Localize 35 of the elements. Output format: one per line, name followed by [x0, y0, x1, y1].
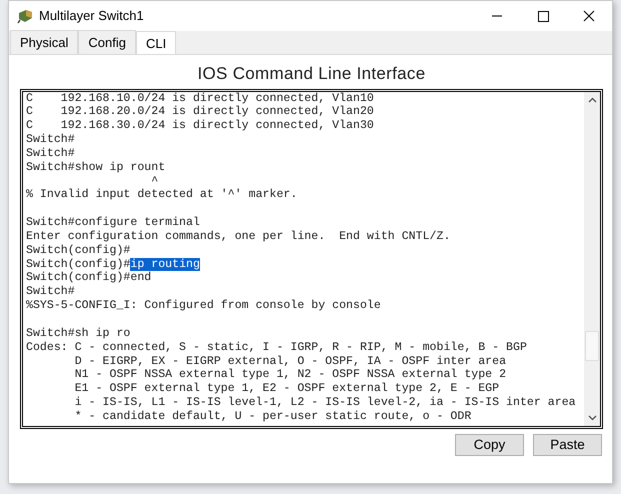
tab[interactable]: Config	[78, 30, 136, 54]
tab[interactable]: Physical	[10, 30, 78, 54]
terminal-line: i - IS-IS, L1 - IS-IS level-1, L2 - IS-IS level-2, ia - IS-IS inter area	[74, 396, 577, 410]
terminal-line: Switch#configure terminal	[26, 216, 201, 230]
terminal-line: * - candidate default, U - per-user static route, o - ODR	[74, 410, 472, 424]
terminal-line: Switch(config)#ip routing	[26, 258, 201, 272]
terminal-line: Enter configuration commands, one per line. End with CNTL/Z.	[26, 230, 452, 244]
terminal-line: Switch(config)#end	[26, 271, 152, 286]
terminal-line: C 192.168.30.0/24 is directly connected, Vlan30	[26, 119, 375, 134]
action-button[interactable]: Paste	[533, 434, 602, 456]
terminal-line: Switch#	[26, 285, 76, 300]
terminal-line: N1 - OSPF NSSA external type 1, N2 - OSPF NSSA external type 2	[74, 368, 508, 382]
terminal-line: Codes: C - connected, S - static, I - IGRP, R - RIP, M - mobile, B - BGP	[26, 340, 528, 355]
terminal-line: Switch#	[26, 146, 76, 161]
terminal-line: D - EIGRP, EX - EIGRP external, O - OSPF, IA - OSPF inter area	[74, 354, 508, 368]
maximize-icon[interactable]	[536, 10, 550, 22]
terminal-line: C 192.168.20.0/24 is directly connected, Vlan20	[26, 105, 375, 120]
terminal-line: Switch(config)#	[26, 244, 132, 258]
app-icon	[17, 8, 33, 24]
terminal-line: Switch#sh ip ro	[26, 326, 132, 341]
tab[interactable]: CLI	[136, 31, 176, 55]
terminal-line: E1 - OSPF external type 1, E2 - OSPF external type 2, E - EGP	[74, 382, 500, 396]
terminal-line: ^	[150, 174, 160, 188]
close-icon[interactable]	[582, 10, 596, 22]
panel-heading: IOS Command Line Interface	[196, 63, 426, 85]
terminal-line: Switch#show ip rount	[26, 160, 166, 175]
terminal-line: % Invalid input detected at '^' marker.	[26, 188, 298, 202]
terminal-line: Switch#	[26, 133, 76, 147]
terminal-line: %SYS-5-CONFIG_I: Configured from console by console	[26, 299, 382, 313]
window-title: Multilayer Switch1	[39, 7, 144, 26]
scroll-down-icon[interactable]	[588, 414, 596, 420]
terminal-line: C 192.168.10.0/24 is directly connected, Vlan10	[26, 92, 375, 106]
action-button[interactable]: Copy	[455, 434, 524, 456]
scroll-thumb[interactable]	[585, 330, 599, 360]
scroll-up-icon[interactable]	[588, 96, 596, 102]
